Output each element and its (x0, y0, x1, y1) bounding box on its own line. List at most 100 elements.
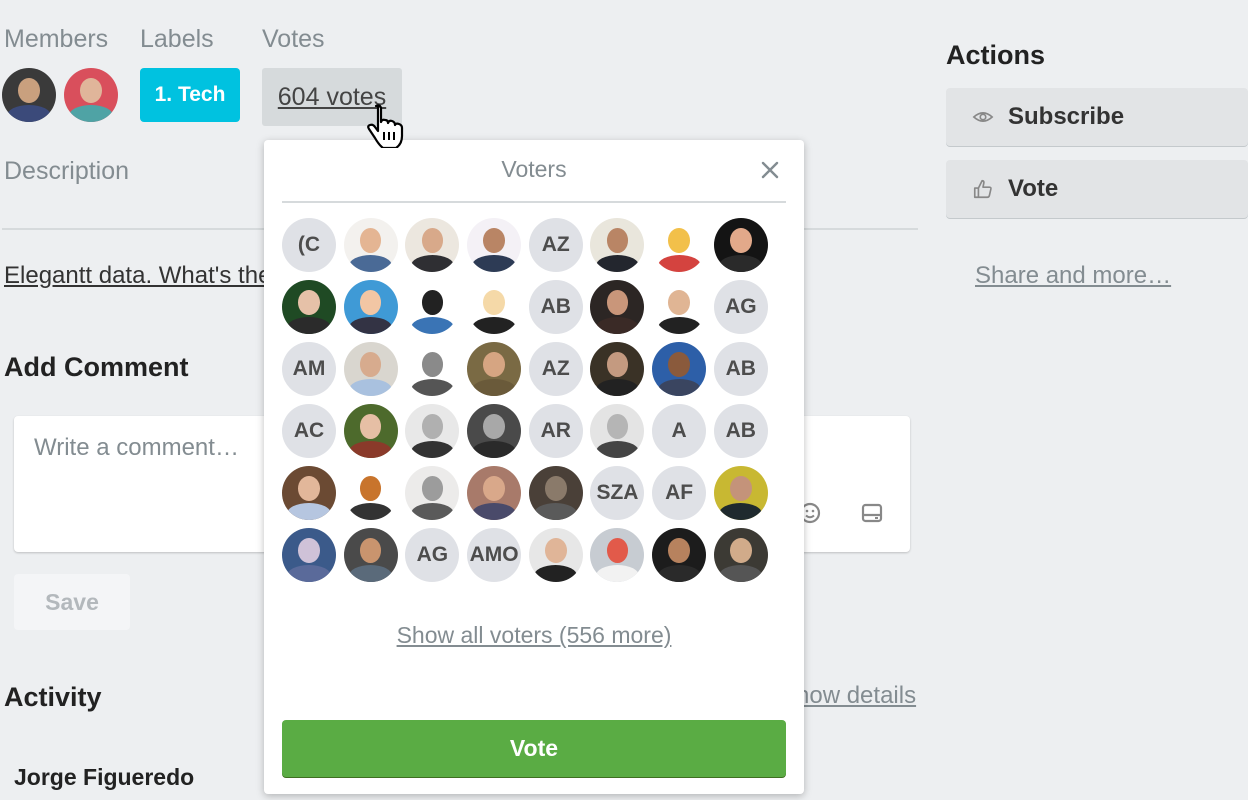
voter-avatar[interactable] (528, 528, 583, 582)
avatar-body (595, 316, 640, 334)
voter-avatar[interactable] (343, 528, 398, 582)
voter-grid: (C AZ AB AG AM AZ AB AC AR A AB SZA AF AG AMO (282, 218, 782, 582)
voter-avatar[interactable] (590, 528, 645, 582)
voter-avatar[interactable] (343, 404, 398, 458)
voter-avatar[interactable]: AC (282, 404, 336, 458)
avatar-body (349, 440, 393, 458)
voter-initials: AG (416, 543, 449, 566)
voter-avatar[interactable] (652, 280, 707, 334)
activity-user-name: Jorge Figueredo (14, 764, 195, 790)
member-avatar[interactable] (2, 68, 56, 122)
voter-initials: AB (725, 357, 756, 380)
avatar-body (410, 316, 454, 334)
voter-avatar[interactable]: AB (713, 342, 768, 396)
voter-avatar[interactable] (467, 404, 522, 458)
subscribe-button[interactable]: Subscribe (946, 88, 1248, 146)
avatar-face (421, 475, 444, 501)
voter-initials: AR (540, 419, 571, 442)
avatar-face (421, 413, 444, 439)
avatar-body (595, 378, 640, 396)
voter-avatar[interactable] (405, 280, 460, 334)
voter-avatar[interactable] (590, 342, 645, 396)
voter-avatar[interactable] (467, 280, 522, 334)
votes-label: Votes (262, 25, 325, 53)
avatar-face (668, 227, 690, 253)
voter-avatar[interactable] (405, 342, 460, 396)
member-avatar[interactable] (64, 68, 118, 122)
voter-avatar[interactable] (343, 466, 398, 520)
voter-initials: (C (297, 233, 321, 256)
avatar-face (421, 351, 444, 377)
labels-label: Labels (140, 25, 214, 53)
avatar-body (410, 502, 454, 520)
voter-avatar[interactable]: AB (528, 280, 583, 334)
avatar-body (349, 316, 393, 334)
voter-avatar[interactable]: AM (282, 342, 336, 396)
voters-divider (282, 201, 786, 203)
voter-avatar[interactable] (343, 280, 398, 334)
avatar-body (657, 316, 701, 334)
avatar-face (359, 351, 382, 377)
save-button[interactable]: Save (14, 574, 130, 630)
vote-button[interactable]: Vote (282, 720, 786, 777)
avatar-body (349, 378, 393, 396)
voter-avatar[interactable]: A (652, 404, 707, 458)
show-all-voters-link[interactable]: Show all voters (556 more) (264, 622, 804, 649)
comment-placeholder: Write a comment… (34, 434, 239, 461)
eye-icon (972, 106, 994, 128)
voter-avatar[interactable]: (C (282, 218, 336, 272)
vote-sidebar-button[interactable]: Vote (946, 160, 1248, 218)
voter-avatar[interactable] (528, 466, 583, 520)
voter-avatar[interactable]: AZ (528, 218, 583, 272)
avatar-face (421, 227, 444, 253)
voter-avatar[interactable]: AF (652, 466, 707, 520)
voter-avatar[interactable] (282, 528, 336, 582)
voter-avatar[interactable] (652, 528, 707, 582)
voter-avatar[interactable]: AG (405, 528, 460, 582)
description-text[interactable]: Elegantt data. What's the (4, 262, 264, 290)
avatar-face (668, 289, 690, 315)
voter-avatar[interactable] (713, 218, 768, 272)
voter-avatar[interactable]: AZ (528, 342, 583, 396)
voter-avatar[interactable] (713, 466, 768, 520)
voter-avatar[interactable] (282, 466, 336, 520)
thumbs-up-icon (972, 178, 994, 200)
voter-avatar[interactable] (405, 404, 460, 458)
voter-avatar[interactable] (282, 280, 336, 334)
voter-initials: AF (665, 481, 694, 504)
avatar-face (544, 475, 567, 501)
share-and-more-link[interactable]: Share and more… (975, 262, 1171, 290)
voter-avatar[interactable] (590, 280, 645, 334)
avatar-face (359, 537, 382, 563)
close-icon[interactable] (758, 158, 782, 182)
voter-avatar[interactable]: AB (713, 404, 768, 458)
card-icon[interactable] (860, 501, 884, 525)
avatar-body (595, 564, 640, 582)
voter-avatar[interactable] (652, 218, 707, 272)
voter-avatar[interactable] (405, 466, 460, 520)
voter-avatar[interactable]: AMO (467, 528, 522, 582)
label-tech[interactable]: 1. Tech (140, 68, 240, 122)
voter-avatar[interactable] (405, 218, 460, 272)
avatar-body (719, 564, 763, 582)
voter-avatar[interactable] (713, 528, 768, 582)
voter-avatar[interactable] (590, 404, 645, 458)
avatar-body (719, 502, 763, 520)
voter-avatar[interactable]: SZA (590, 466, 645, 520)
voter-avatar[interactable] (467, 342, 522, 396)
avatar-face (606, 227, 629, 253)
voter-avatar[interactable] (343, 342, 398, 396)
voter-avatar[interactable] (652, 342, 707, 396)
avatar-body (7, 104, 51, 122)
voter-avatar[interactable] (343, 218, 398, 272)
voter-avatar[interactable] (467, 466, 522, 520)
avatar-body (287, 564, 331, 582)
voter-avatar[interactable]: AG (713, 280, 768, 334)
avatar-face (421, 289, 444, 315)
avatar-face (483, 475, 505, 501)
vote-sidebar-label: Vote (1008, 175, 1059, 202)
voter-avatar[interactable]: AR (528, 404, 583, 458)
voters-title: Voters (501, 156, 567, 182)
voter-avatar[interactable] (467, 218, 522, 272)
voter-avatar[interactable] (590, 218, 645, 272)
